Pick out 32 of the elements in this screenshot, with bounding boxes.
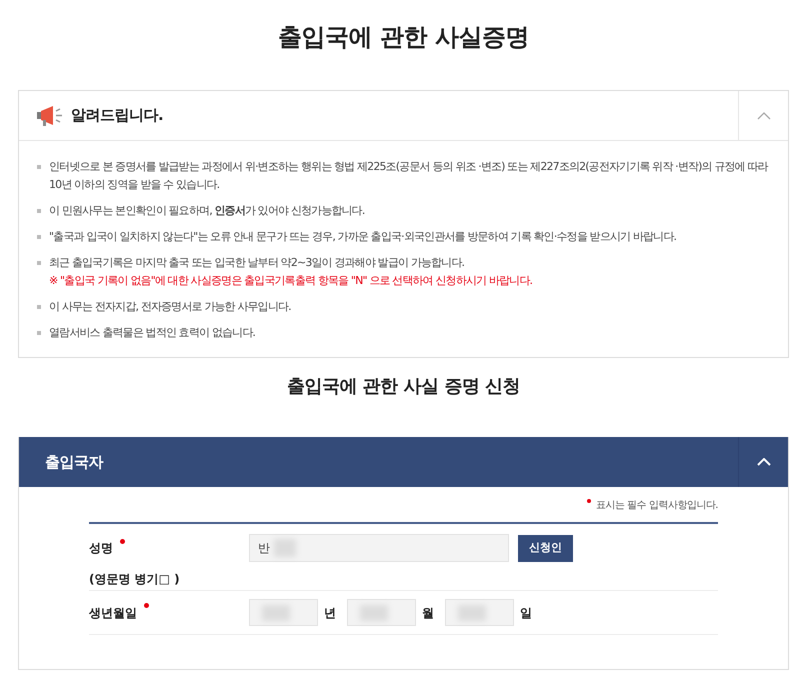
english-name-note: (영문명 병기□ ) <box>89 570 180 588</box>
name-field[interactable]: 반 <box>249 534 509 562</box>
field-label: 생년월일 <box>89 604 137 622</box>
date-field[interactable] <box>249 599 318 626</box>
bullet-icon <box>37 235 41 239</box>
bullet-icon <box>37 331 41 335</box>
notice-warning-text: ※ "출입국 기록이 없음"에 대한 사실증명은 출입국기록출력 항목을 "N" 으로 선택하여 신청하시기 바랍니다. <box>49 273 532 289</box>
chevron-up-icon <box>756 458 770 466</box>
date-unit: 일 <box>520 604 532 622</box>
date-unit: 월 <box>422 604 434 622</box>
applicant-button[interactable]: 신청인 <box>518 534 573 562</box>
notice-text: 열람서비스 출력물은 법적인 효력이 없습니다. <box>49 325 256 341</box>
notice-text: 이 민원사무는 본인확인이 필요하며, 인증서가 있어야 신청가능합니다. <box>49 203 365 219</box>
page-title: 출입국에 관한 사실증명 <box>278 22 529 53</box>
date-field[interactable] <box>347 599 416 626</box>
notice-text: 이 사무는 전자지갑, 전자증명서로 가능한 사무입니다. <box>49 299 291 315</box>
bullet-icon <box>37 261 41 265</box>
date-unit: 년 <box>324 604 336 622</box>
notice-text: 인터넷으로 본 증명서를 발급받는 과정에서 위·변조하는 행위는 형법 제225조(공문서 등의 위조 ·변조) 또는 제227조의2(공전자기기록 위작 ·변작)의 규정에 따라 10년 이하의 징역을 받을 수 있습니다. <box>49 159 770 193</box>
form-title: 출입국에 관한 사실 증명 신청 <box>286 375 520 399</box>
chevron-up-icon <box>756 112 770 120</box>
panel-title: 출입국자 <box>45 452 103 473</box>
date-field[interactable] <box>445 599 514 626</box>
bullet-icon <box>37 305 41 309</box>
megaphone-icon <box>37 105 63 126</box>
notice-text: "출국과 입국이 일치하지 않는다"는 오류 안내 문구가 뜨는 경우, 가까운 출입국·외국인관서를 방문하여 기록 확인·수정을 받으시기 바랍니다. <box>49 229 676 245</box>
required-note: 표시는 필수 입력사항입니다. <box>596 498 718 512</box>
bullet-icon <box>37 209 41 213</box>
notice-text: 최근 출입국기록은 마지막 출국 또는 입국한 날부터 약2~3일이 경과해야 발급이 가능합니다. <box>49 255 466 271</box>
notice-title: 알려드립니다. <box>71 105 164 126</box>
field-label: 성명 <box>89 540 113 557</box>
bullet-icon <box>37 165 41 169</box>
